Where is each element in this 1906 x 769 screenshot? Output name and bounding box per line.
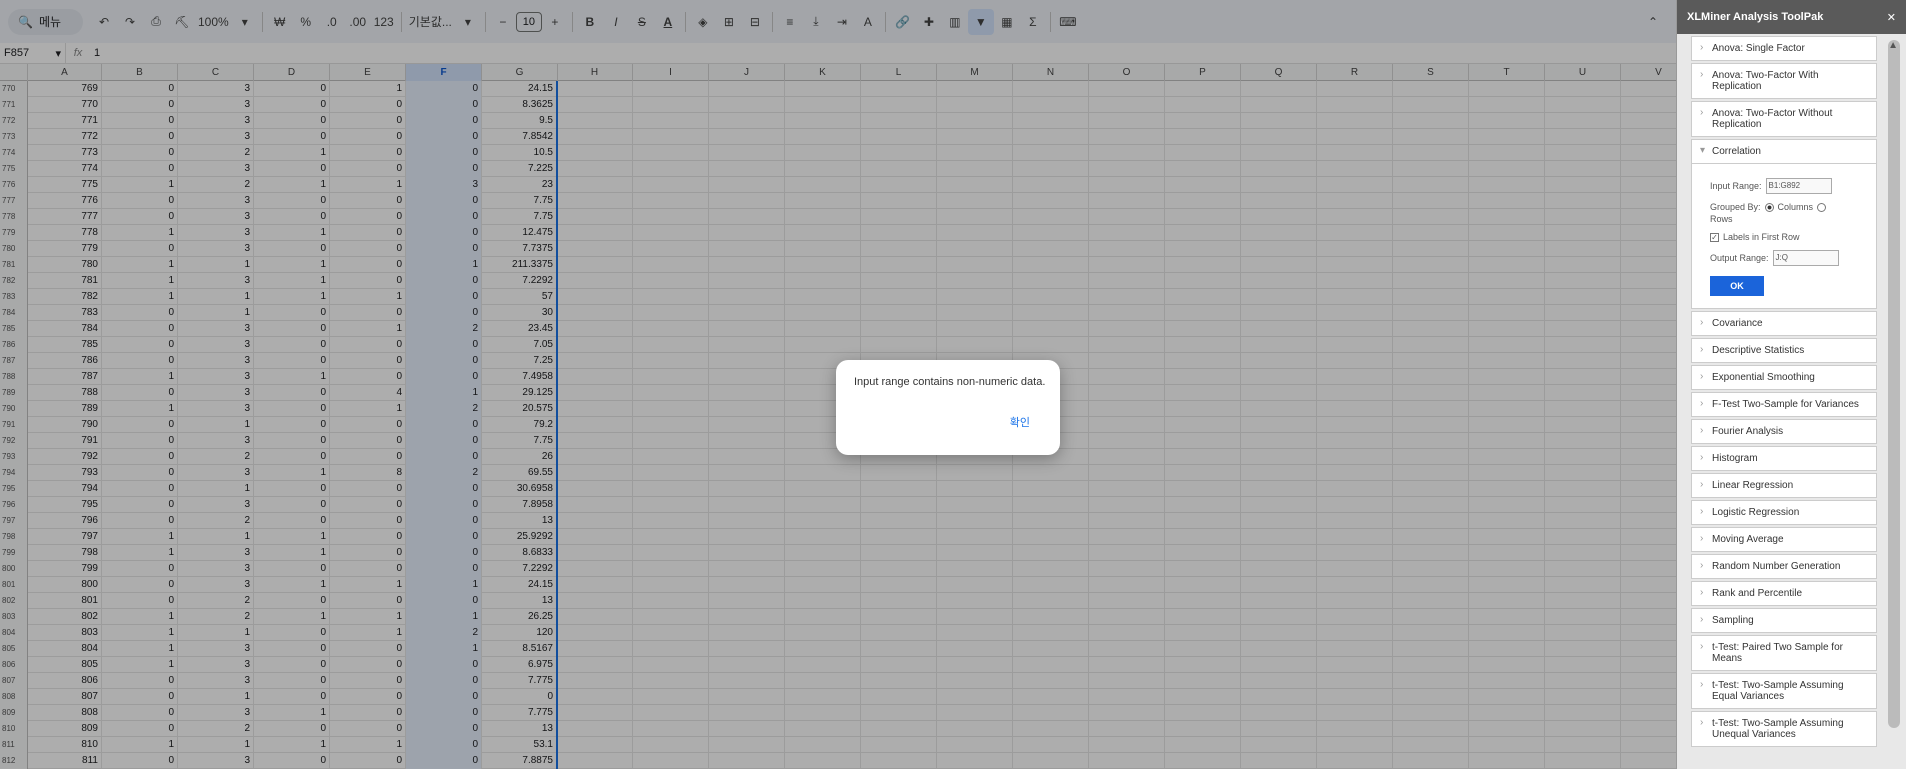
correlation-form: Input Range: B1:G892 Grouped By: Columns… [1691, 164, 1877, 309]
correlation-ok-button[interactable]: OK [1710, 276, 1764, 296]
tool-covariance[interactable]: Covariance [1691, 311, 1877, 336]
tool-moving-average[interactable]: Moving Average [1691, 527, 1877, 552]
dialog-ok-button[interactable]: 확인 [1010, 414, 1030, 430]
rows-label: Rows [1710, 214, 1733, 224]
tool-descriptive-statistics[interactable]: Descriptive Statistics [1691, 338, 1877, 363]
input-range-field[interactable]: B1:G892 [1765, 178, 1832, 194]
tool-sampling[interactable]: Sampling [1691, 608, 1877, 633]
tool-anova-two-factor-with-replication[interactable]: Anova: Two-Factor With Replication [1691, 63, 1877, 99]
tool-random-number-generation[interactable]: Random Number Generation [1691, 554, 1877, 579]
close-icon[interactable]: ✕ [1887, 11, 1896, 24]
tool-t-test-two-sample-assuming-unequal-variances[interactable]: t-Test: Two-Sample Assuming Unequal Vari… [1691, 711, 1877, 747]
tool-anova-two-factor-without-replication[interactable]: Anova: Two-Factor Without Replication [1691, 101, 1877, 137]
error-dialog: Input range contains non-numeric data. 확… [836, 360, 1060, 455]
tool-list: Anova: Single FactorAnova: Two-Factor Wi… [1691, 36, 1877, 749]
input-range-label: Input Range: [1710, 181, 1762, 191]
tool-t-test-two-sample-assuming-equal-variances[interactable]: t-Test: Two-Sample Assuming Equal Varian… [1691, 673, 1877, 709]
columns-label: Columns [1777, 202, 1814, 212]
sidebar-scrollbar[interactable] [1888, 40, 1900, 728]
tool-logistic-regression[interactable]: Logistic Regression [1691, 500, 1877, 525]
addon-sidebar: XLMiner Analysis ToolPak ✕ Anova: Single… [1676, 0, 1906, 769]
tool-rank-and-percentile[interactable]: Rank and Percentile [1691, 581, 1877, 606]
labels-checkbox[interactable]: ✓ [1710, 232, 1719, 242]
tool-exponential-smoothing[interactable]: Exponential Smoothing [1691, 365, 1877, 390]
sidebar-title: XLMiner Analysis ToolPak [1687, 11, 1824, 23]
tool-anova-single-factor[interactable]: Anova: Single Factor [1691, 36, 1877, 61]
columns-radio[interactable] [1764, 202, 1774, 212]
scroll-up-icon[interactable]: ▲ [1888, 40, 1898, 51]
labels-first-row-label: Labels in First Row [1723, 232, 1800, 242]
sidebar-header: XLMiner Analysis ToolPak ✕ [1677, 0, 1906, 34]
tool-histogram[interactable]: Histogram [1691, 446, 1877, 471]
tool-linear-regression[interactable]: Linear Regression [1691, 473, 1877, 498]
output-range-label: Output Range: [1710, 253, 1769, 263]
tool-f-test-two-sample-for-variances[interactable]: F-Test Two-Sample for Variances [1691, 392, 1877, 417]
tool-fourier-analysis[interactable]: Fourier Analysis [1691, 419, 1877, 444]
grouped-by-label: Grouped By: [1710, 202, 1761, 212]
tool-t-test-paired-two-sample-for-means[interactable]: t-Test: Paired Two Sample for Means [1691, 635, 1877, 671]
dialog-message: Input range contains non-numeric data. [854, 376, 1046, 388]
rows-radio[interactable] [1817, 202, 1827, 212]
tool-correlation[interactable]: Correlation [1691, 139, 1877, 164]
output-range-field[interactable]: J:Q [1772, 250, 1839, 266]
